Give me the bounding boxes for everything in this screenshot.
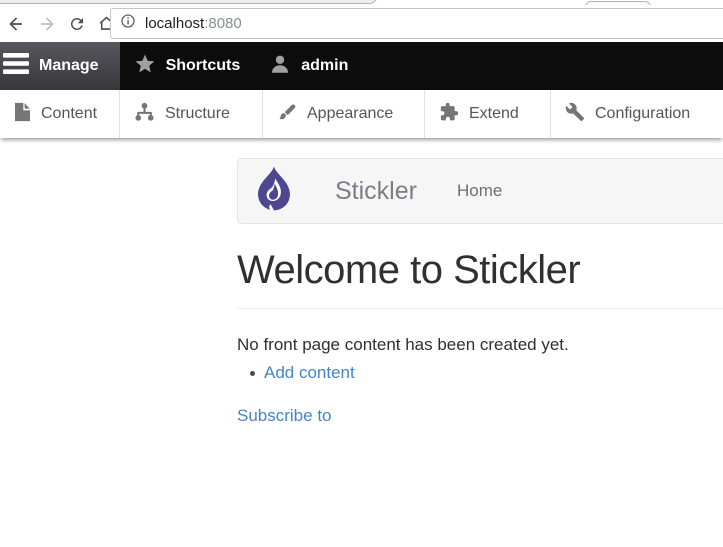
toolbar-item-shortcuts[interactable]: Shortcuts [134, 42, 241, 90]
tray-item-content[interactable]: Content [0, 90, 120, 138]
tray-item-appearance[interactable]: Appearance [263, 90, 425, 138]
toolbar-item-manage[interactable]: Manage [0, 42, 120, 90]
tray-item-label: Structure [165, 105, 230, 123]
bullet-dot [250, 371, 255, 376]
toolbar-item-admin[interactable]: admin [269, 42, 348, 90]
add-content-link[interactable]: Add content [264, 363, 355, 383]
address-bar[interactable]: localhost:8080 [110, 8, 723, 39]
list-item: Add content [250, 363, 723, 383]
url-text: localhost:8080 [145, 15, 242, 32]
menu-icon [3, 53, 29, 79]
nav-link-home[interactable]: Home [457, 181, 502, 201]
star-icon [134, 53, 156, 80]
action-list: Add content [237, 363, 723, 383]
browser-toolbar: localhost:8080 [0, 5, 723, 42]
tray-item-label: Content [41, 105, 97, 123]
tray-item-structure[interactable]: Structure [120, 90, 263, 138]
empty-message: No front page content has been created y… [237, 335, 723, 355]
sitemap-icon [134, 102, 155, 127]
page-title: Welcome to Stickler [237, 248, 723, 309]
subscribe-link[interactable]: Subscribe to [237, 406, 332, 426]
toolbar-item-label: Manage [39, 57, 99, 75]
file-icon [14, 102, 31, 127]
refresh-icon[interactable] [68, 15, 86, 33]
user-icon [269, 53, 291, 80]
back-icon[interactable] [6, 14, 26, 34]
browser-nav-icons [0, 14, 116, 34]
site-header: Stickler Home [237, 158, 723, 224]
content-region: Stickler Home Welcome to Stickler No fro… [237, 158, 723, 426]
info-icon[interactable] [120, 13, 136, 34]
drupal-drop-logo[interactable] [252, 165, 296, 218]
tray-item-extend[interactable]: Extend [425, 90, 551, 138]
paintbrush-icon [277, 102, 297, 127]
browser-tab[interactable] [0, 0, 378, 4]
tray-item-label: Extend [469, 105, 519, 123]
forward-icon[interactable] [37, 14, 57, 34]
wrench-icon [565, 102, 585, 127]
puzzle-icon [439, 102, 459, 127]
admin-toolbar: Manage Shortcuts admin [0, 42, 723, 90]
site-name[interactable]: Stickler [335, 177, 417, 206]
tray-item-label: Configuration [595, 105, 690, 123]
toolbar-item-label: Shortcuts [166, 57, 241, 75]
tray-item-configuration[interactable]: Configuration [551, 90, 723, 138]
page: Stickler Home Welcome to Stickler No fro… [0, 158, 723, 547]
url-port: :8080 [204, 15, 242, 32]
toolbar-item-label: admin [301, 57, 348, 75]
tray-item-label: Appearance [307, 105, 393, 123]
admin-tray: Content Structure Appearance Extend [0, 90, 723, 138]
url-host: localhost [145, 15, 204, 32]
